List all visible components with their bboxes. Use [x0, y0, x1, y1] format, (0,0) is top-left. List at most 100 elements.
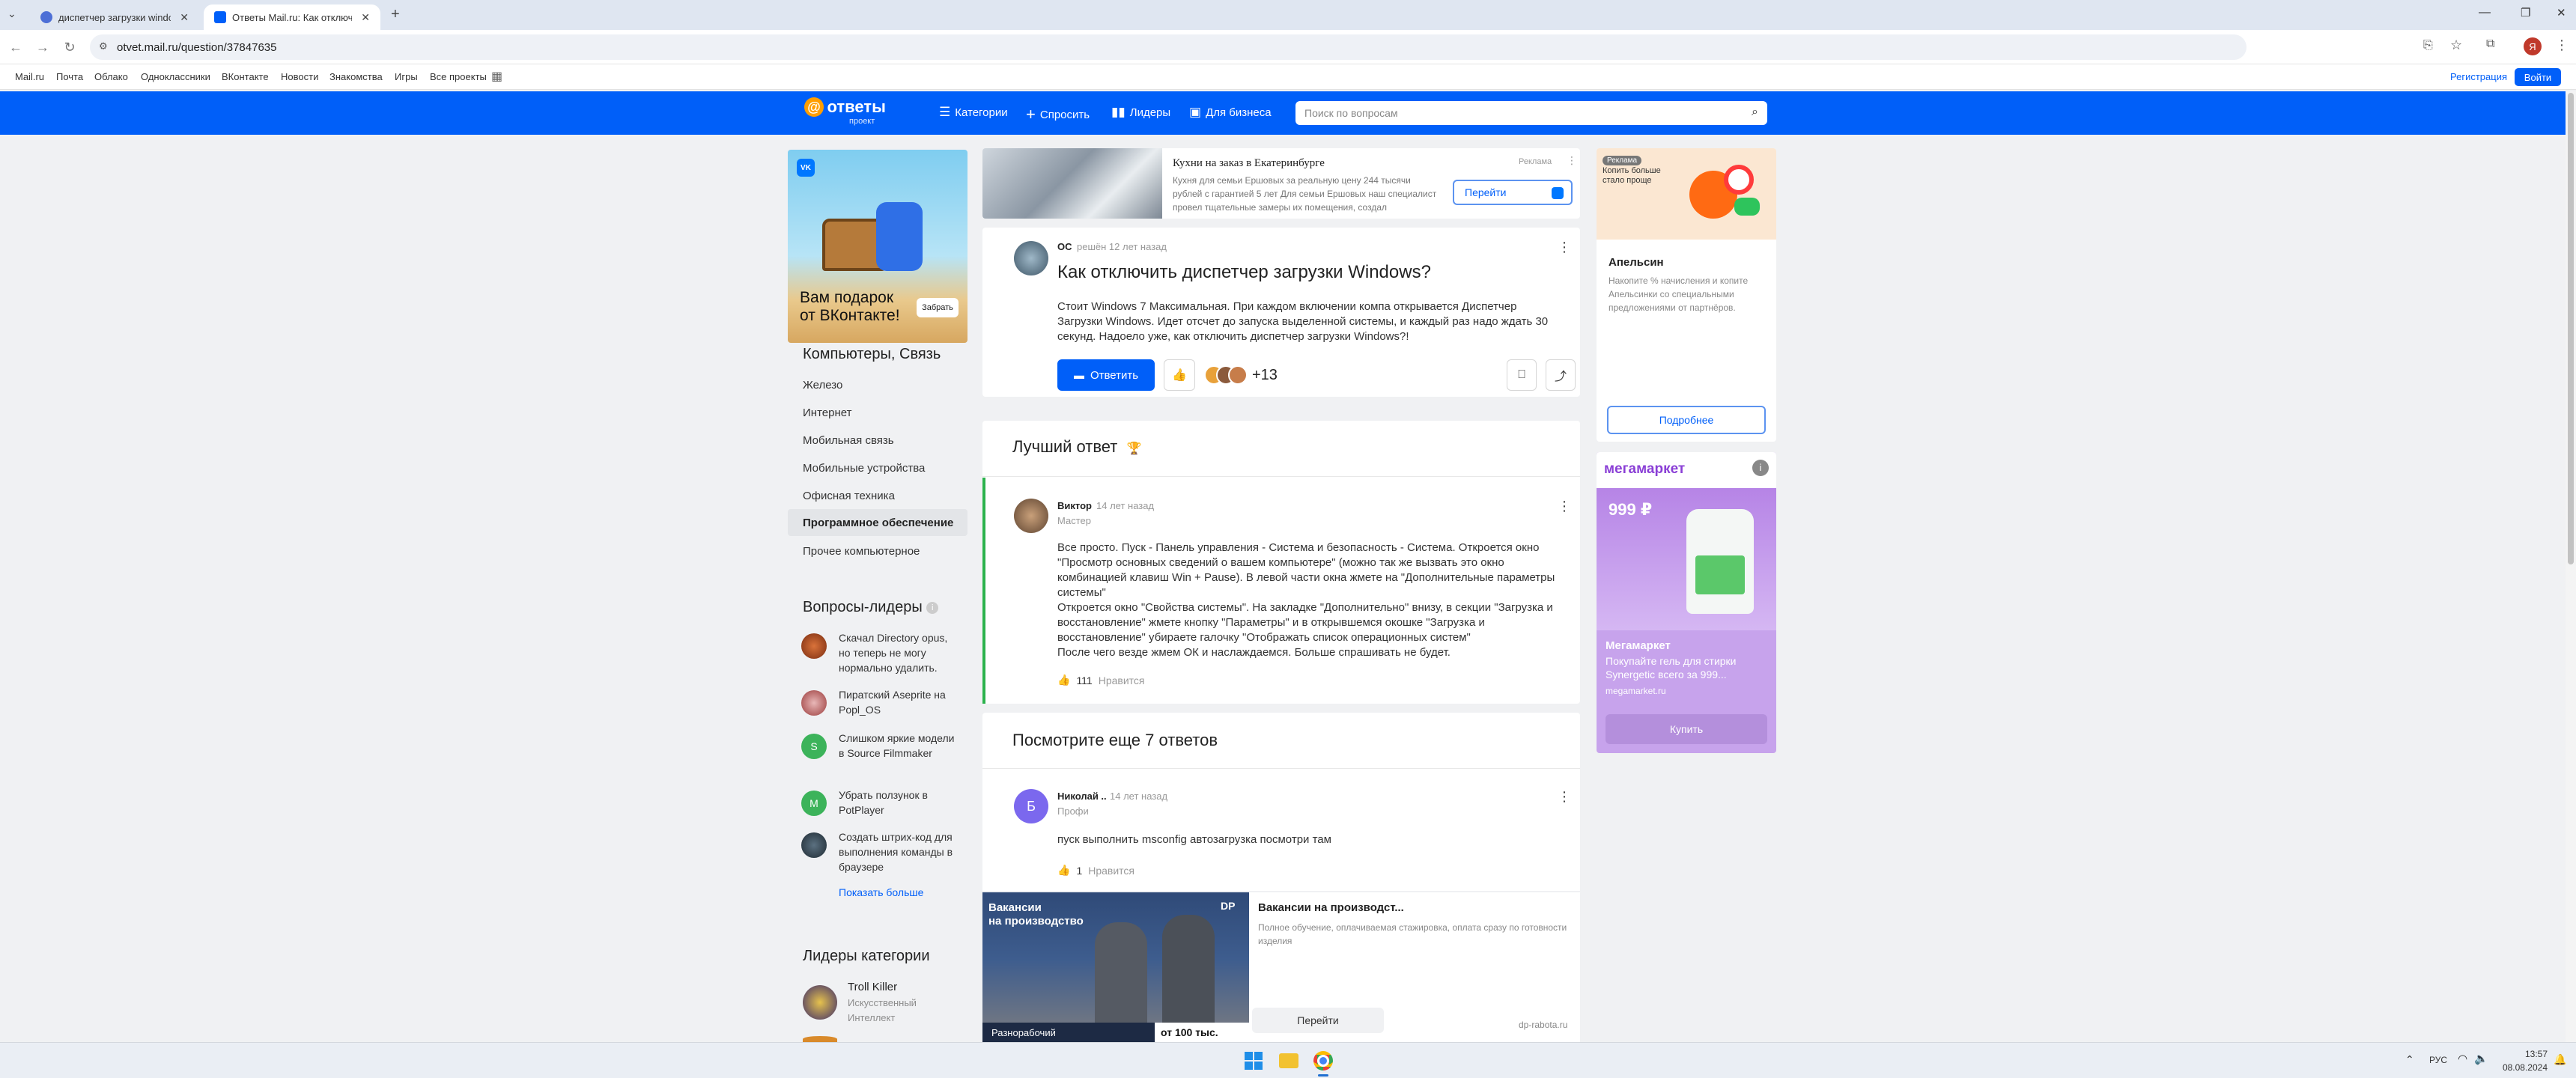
- login-button[interactable]: Войти: [2515, 68, 2561, 86]
- question-author[interactable]: ОС: [1057, 241, 1072, 252]
- right-ad-megamarket[interactable]: мегамаркет i 999 ₽ Мегамаркет Покупайте …: [1597, 452, 1776, 753]
- nav-label: Лидеры: [1129, 106, 1171, 119]
- best-answer-card: Лучший ответ 🏆 Виктор 14 лет назад Масте…: [982, 421, 1580, 704]
- share-button[interactable]: ⤴: [1546, 359, 1576, 391]
- close-window-icon[interactable]: ✕: [2557, 6, 2566, 19]
- search-input[interactable]: Поиск по вопросам ⌕: [1295, 101, 1767, 125]
- ad-domain[interactable]: dp-rabota.ru: [1519, 1020, 1567, 1030]
- category-leader-item[interactable]: Troll Killer Искусственный Интеллект: [803, 981, 953, 1033]
- author-avatar[interactable]: [1014, 241, 1048, 275]
- new-tab-button[interactable]: +: [391, 6, 400, 23]
- bottom-ad-card[interactable]: Вакансии на производство DP Разнорабочий…: [982, 892, 1580, 1042]
- bookmark-star-icon[interactable]: ☆: [2450, 37, 2462, 53]
- clock-date[interactable]: 08.08.2024: [2497, 1062, 2548, 1073]
- leader-name: Troll Killer: [848, 981, 898, 993]
- volume-icon[interactable]: 🔈: [2474, 1052, 2488, 1065]
- profile-avatar[interactable]: Я: [2524, 37, 2542, 55]
- category-link-software[interactable]: Программное обеспечение: [788, 509, 967, 536]
- category-link-mobile-comm[interactable]: Мобильная связь: [803, 434, 894, 447]
- file-explorer-icon[interactable]: [1279, 1053, 1298, 1068]
- portal-link-news[interactable]: Новости: [281, 71, 318, 82]
- tab-inactive[interactable]: диспетчер загрузки windows ✕: [30, 4, 199, 30]
- tab-search-icon[interactable]: ⌄: [7, 7, 16, 20]
- nav-categories[interactable]: ☰ Категории: [939, 105, 1008, 120]
- portal-link-games[interactable]: Игры: [395, 71, 418, 82]
- ad-text: Кухня для семьи Ершовых за реальную цену…: [1173, 175, 1437, 213]
- answer-like-button[interactable]: 👍 1 Нравится: [1057, 864, 1134, 877]
- ad-more-icon[interactable]: ⋮: [1567, 154, 1577, 167]
- install-icon[interactable]: ⎘: [2423, 39, 2433, 52]
- more-info-button[interactable]: Подробнее: [1607, 406, 1766, 434]
- portal-link-vk[interactable]: ВКонтакте: [222, 71, 269, 82]
- register-link[interactable]: Регистрация: [2450, 71, 2507, 82]
- top-ad-card[interactable]: Кухни на заказ в Екатеринбурге Кухня для…: [982, 148, 1580, 219]
- back-icon[interactable]: ←: [6, 37, 25, 57]
- answer-author-avatar[interactable]: [1014, 499, 1048, 533]
- info-icon[interactable]: i: [926, 601, 939, 614]
- answer-button[interactable]: ▬ Ответить: [1057, 359, 1155, 391]
- question-card: ОС решён 12 лет назад ⋮ Как отключить ди…: [982, 228, 1580, 397]
- more-icon[interactable]: ⋮: [1558, 499, 1571, 514]
- answer-author-avatar[interactable]: Б: [1014, 789, 1048, 823]
- windows-start-icon[interactable]: [1245, 1052, 1263, 1070]
- nav-business[interactable]: ▣ Для бизнеса: [1189, 105, 1272, 120]
- more-icon[interactable]: ⋮: [1558, 240, 1571, 255]
- scrollbar-thumb[interactable]: [2568, 93, 2574, 564]
- portal-link-dating[interactable]: Знакомства: [329, 71, 383, 82]
- ad-go-button[interactable]: Перейти: [1453, 180, 1573, 205]
- ad-claim-button[interactable]: Забрать: [917, 298, 959, 317]
- show-more-link[interactable]: Показать больше: [839, 886, 923, 898]
- tab-active[interactable]: Ответы Mail.ru: Как отключить... ✕: [204, 4, 380, 30]
- reload-icon[interactable]: ↻: [60, 37, 79, 57]
- maximize-icon[interactable]: ❐: [2521, 6, 2530, 19]
- nav-leaders[interactable]: ▮▮ Лидеры: [1111, 105, 1170, 120]
- category-link-other[interactable]: Прочее компьютерное: [803, 545, 920, 558]
- answer-like-button[interactable]: 👍 111 Нравится: [1057, 674, 1145, 686]
- answer-author[interactable]: Виктор: [1057, 500, 1092, 511]
- ad-text: Накопите % начисления и копите Апельсинк…: [1609, 275, 1749, 313]
- forward-icon[interactable]: →: [33, 37, 52, 57]
- portal-link-oblako[interactable]: Облако: [94, 71, 128, 82]
- right-ad-apelsin[interactable]: Реклама Копить больше стало проще Апельс…: [1597, 148, 1776, 442]
- url-field[interactable]: ⚙ otvet.mail.ru/question/37847635: [90, 34, 2247, 60]
- language-indicator[interactable]: РУС: [2429, 1055, 2447, 1065]
- ad-go-button[interactable]: Перейти: [1252, 1008, 1384, 1033]
- clock-time[interactable]: 13:57: [2507, 1049, 2548, 1059]
- left-ad-banner[interactable]: VK Вам подарок от ВКонтакте! Забрать: [788, 150, 967, 343]
- portal-link-mail[interactable]: Mail.ru: [15, 71, 44, 82]
- site-info-icon[interactable]: ⚙: [99, 40, 108, 52]
- category-link-mobile-devices[interactable]: Мобильные устройства: [803, 462, 925, 475]
- ad-header: мегамаркет i: [1597, 452, 1776, 488]
- logo[interactable]: @ ответы проект: [804, 97, 886, 126]
- answer-author[interactable]: Николай ..: [1057, 791, 1107, 802]
- close-icon[interactable]: ✕: [180, 11, 189, 24]
- minimize-icon[interactable]: —: [2479, 6, 2491, 19]
- tray-chevron-icon[interactable]: ⌃: [2405, 1053, 2414, 1066]
- buy-button[interactable]: Купить: [1606, 714, 1767, 744]
- bookmark-icon: ⎕: [1518, 368, 1525, 381]
- search-icon[interactable]: ⌕: [1752, 106, 1758, 119]
- category-link-hardware[interactable]: Железо: [803, 379, 842, 392]
- portal-link-all[interactable]: Все проекты: [430, 71, 487, 82]
- close-icon[interactable]: ✕: [361, 11, 370, 24]
- info-icon[interactable]: i: [1752, 460, 1769, 476]
- nav-ask[interactable]: + Спросить: [1026, 105, 1090, 124]
- portal-link-ok[interactable]: Одноклассники: [141, 71, 210, 82]
- menu-icon[interactable]: ⋮: [2555, 37, 2569, 53]
- like-button[interactable]: 👍: [1164, 359, 1195, 391]
- leader-rank: Искусственный Интеллект: [848, 997, 917, 1023]
- portal-link-pochta[interactable]: Почта: [56, 71, 83, 82]
- more-icon[interactable]: ⋮: [1558, 789, 1571, 805]
- bookmark-button[interactable]: ⎕: [1507, 359, 1537, 391]
- ad-text: Покупайте гель для стирки Synergetic все…: [1606, 655, 1737, 680]
- ad-title: Мегамаркет: [1606, 639, 1671, 652]
- notification-bell-icon[interactable]: 🔔: [2554, 1053, 2566, 1066]
- grid-icon[interactable]: ▦: [491, 69, 502, 84]
- category-link-internet[interactable]: Интернет: [803, 406, 851, 419]
- question-avatar: [801, 690, 827, 716]
- category-link-office[interactable]: Офисная техника: [803, 490, 895, 502]
- wifi-icon[interactable]: ◠: [2458, 1052, 2467, 1065]
- extensions-icon[interactable]: ⧉: [2486, 37, 2494, 51]
- site-header: @ ответы проект ☰ Категории + Спросить ▮…: [0, 91, 2576, 135]
- page-scrollbar[interactable]: [2566, 91, 2576, 1042]
